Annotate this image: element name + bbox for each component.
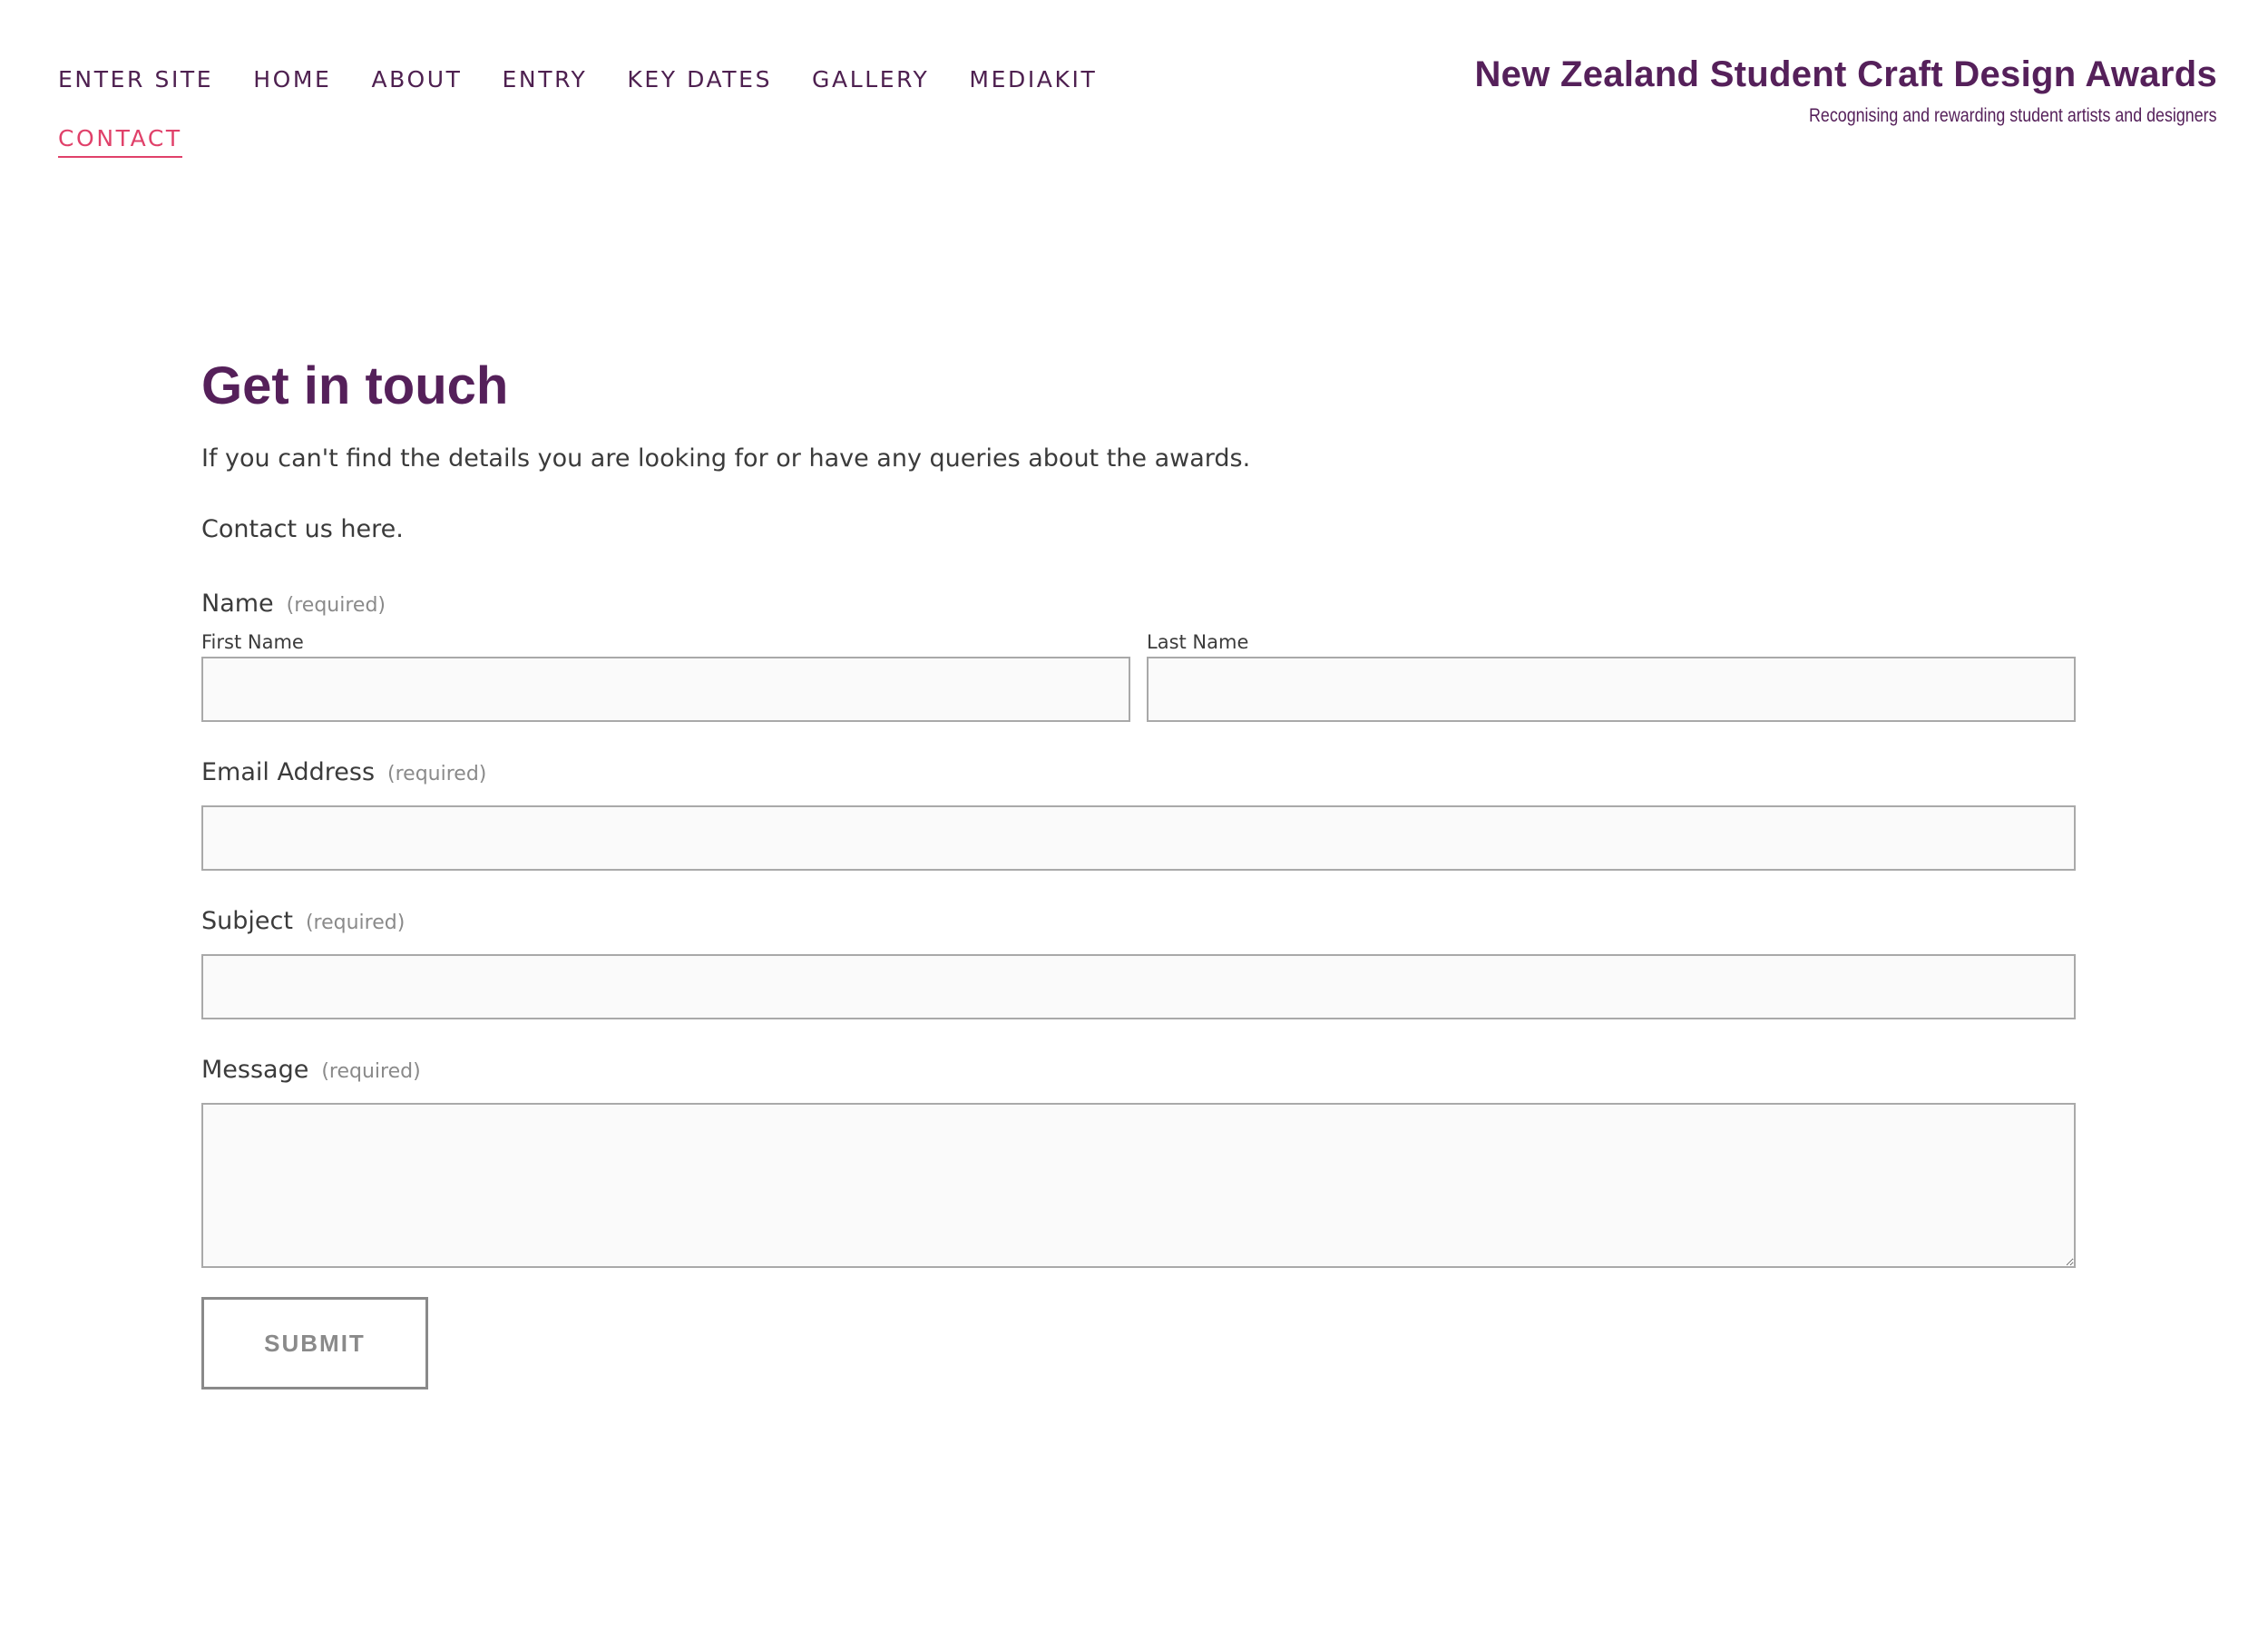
required-indicator: (required)	[387, 763, 487, 785]
name-label: Name (required)	[201, 586, 2076, 624]
nav-item-enter-site[interactable]: ENTER SITE	[58, 62, 213, 98]
main-nav: ENTER SITE HOME ABOUT ENTRY KEY DATES GA…	[58, 62, 1147, 181]
message-label-text: Message	[201, 1056, 309, 1084]
required-indicator: (required)	[286, 594, 386, 617]
site-tagline: Recognising and rewarding student artist…	[1809, 105, 2217, 126]
email-input[interactable]	[201, 805, 2076, 871]
first-name-label: First Name	[201, 631, 304, 653]
name-field-group: Name (required) First Name Last Name	[201, 586, 2076, 722]
subject-label: Subject (required)	[201, 903, 2076, 941]
nav-item-mediakit[interactable]: MEDIAKIT	[969, 62, 1097, 98]
email-field-group: Email Address (required)	[201, 755, 2076, 871]
nav-item-home[interactable]: HOME	[253, 62, 331, 98]
message-field-group: Message (required)	[201, 1052, 2076, 1268]
main-content: Get in touch If you can't find the detai…	[201, 354, 2076, 1389]
page-title: Get in touch	[201, 356, 509, 415]
name-row: First Name Last Name	[201, 629, 2076, 722]
last-name-input[interactable]	[1147, 657, 2076, 722]
subject-label-text: Subject	[201, 907, 293, 935]
contact-prompt-text: Contact us here.	[201, 515, 404, 543]
required-indicator: (required)	[305, 912, 406, 934]
site-title[interactable]: New Zealand Student Craft Design Awards	[1474, 53, 2217, 96]
nav-row-secondary: CONTACT	[58, 122, 1147, 158]
nav-row-primary: ENTER SITE HOME ABOUT ENTRY KEY DATES GA…	[58, 62, 1147, 98]
last-name-label: Last Name	[1147, 631, 1249, 653]
submit-button[interactable]: SUBMIT	[201, 1297, 428, 1389]
message-label: Message (required)	[201, 1052, 2076, 1090]
subject-input[interactable]	[201, 954, 2076, 1019]
nav-item-gallery[interactable]: GALLERY	[812, 62, 929, 98]
site-header: ENTER SITE HOME ABOUT ENTRY KEY DATES GA…	[0, 0, 2268, 181]
nav-item-contact[interactable]: CONTACT	[58, 122, 182, 158]
nav-item-entry[interactable]: ENTRY	[503, 62, 588, 98]
email-label-text: Email Address	[201, 758, 376, 786]
site-brand[interactable]: New Zealand Student Craft Design Awards …	[1474, 53, 2217, 127]
contact-form: Name (required) First Name Last Name Ema…	[201, 586, 2076, 1389]
first-name-input[interactable]	[201, 657, 1130, 722]
name-label-text: Name	[201, 590, 274, 618]
nav-item-key-dates[interactable]: KEY DATES	[627, 62, 772, 98]
nav-item-about[interactable]: ABOUT	[371, 62, 462, 98]
subject-field-group: Subject (required)	[201, 903, 2076, 1019]
first-name-col: First Name	[201, 629, 1130, 722]
required-indicator: (required)	[321, 1060, 421, 1083]
message-textarea[interactable]	[201, 1103, 2076, 1268]
last-name-col: Last Name	[1147, 629, 2076, 722]
intro-text: If you can't find the details you are lo…	[201, 444, 1251, 473]
email-label: Email Address (required)	[201, 755, 2076, 793]
